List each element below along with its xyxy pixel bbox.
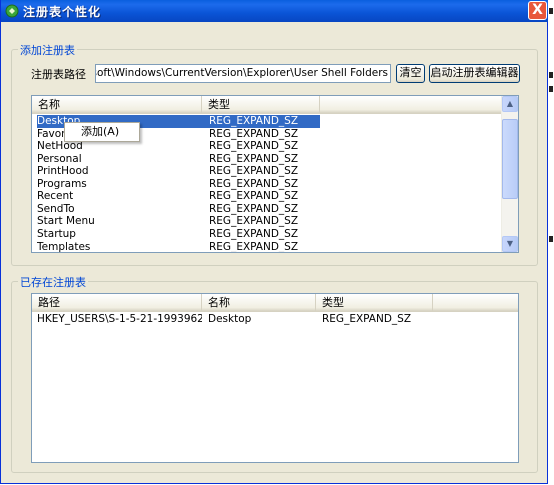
table-row[interactable]: PrintHood REG_EXPAND_SZ [32, 165, 320, 178]
column-header-filler [433, 294, 518, 311]
registry-values-list[interactable]: 名称 类型 Desktop REG_EXPAND_SZ Favorites REG_E… [31, 95, 519, 253]
value-type: REG_EXPAND_SZ [209, 127, 299, 140]
context-menu: 添加(A) [64, 122, 140, 142]
table-row[interactable]: Recent REG_EXPAND_SZ [32, 190, 320, 203]
existing-list-header: 路径 名称 类型 [32, 294, 518, 312]
table-row[interactable]: Personal REG_EXPAND_SZ [32, 153, 320, 166]
value-type: REG_EXPAND_SZ [209, 190, 299, 203]
registry-path-value: HKEY_CURRENT_USER\Software\Microsoft\Win… [96, 67, 388, 79]
value-type: REG_EXPAND_SZ [209, 152, 299, 165]
value-type: REG_EXPAND_SZ [209, 177, 299, 190]
scroll-thumb[interactable] [502, 119, 518, 199]
column-header-type[interactable]: 类型 [202, 96, 320, 113]
column-header-path[interactable]: 路径 [32, 294, 202, 311]
value-type: REG_EXPAND_SZ [209, 202, 299, 215]
existing-name: Desktop [208, 313, 252, 325]
window-title: 注册表个性化 [23, 5, 102, 19]
value-name: Templates [37, 240, 91, 253]
close-button[interactable]: X [528, 1, 547, 20]
list-header: 名称 类型 [32, 96, 504, 114]
bg-text-fragment [549, 72, 553, 78]
value-type: REG_EXPAND_SZ [209, 240, 299, 253]
scroll-up-button[interactable]: ▲ [502, 96, 518, 112]
value-name: Programs [37, 177, 87, 190]
table-row[interactable]: HKEY_USERS\S-1-5-21-199396276... Desktop R… [32, 313, 518, 326]
value-name: Recent [37, 190, 74, 203]
value-name: Startup [37, 227, 76, 240]
existing-registry-list[interactable]: 路径 名称 类型 HKEY_USERS\S-1-5-21-199396276..… [31, 293, 519, 463]
add-registry-group-title: 添加注册表 [18, 42, 77, 58]
value-type: REG_EXPAND_SZ [209, 165, 299, 178]
value-name: PrintHood [37, 165, 89, 178]
launch-regedit-button[interactable]: 启动注册表编辑器 [429, 64, 520, 83]
column-header-name[interactable]: 名称 [32, 96, 202, 113]
registry-path-input[interactable]: HKEY_CURRENT_USER\Software\Microsoft\Win… [95, 64, 391, 83]
scroll-down-button[interactable]: ▼ [502, 236, 518, 252]
table-row[interactable]: Programs REG_EXPAND_SZ [32, 178, 320, 191]
value-name: Start Menu [37, 215, 95, 228]
table-row[interactable]: Templates REG_EXPAND_SZ [32, 240, 320, 253]
value-type: REG_EXPAND_SZ [209, 140, 299, 153]
registry-path-label: 注册表路径 [31, 68, 86, 81]
bg-text-fragment [549, 8, 553, 14]
value-type: REG_EXPAND_SZ [202, 115, 320, 128]
value-type: REG_EXPAND_SZ [209, 227, 299, 240]
value-name: Personal [37, 152, 82, 165]
value-type: REG_EXPAND_SZ [209, 215, 299, 228]
background-window-edge [548, 0, 554, 485]
value-name: SendTo [37, 202, 75, 215]
existing-type: REG_EXPAND_SZ [322, 313, 412, 325]
column-header-type[interactable]: 类型 [316, 294, 433, 311]
table-row[interactable]: Startup REG_EXPAND_SZ [32, 228, 320, 241]
table-row[interactable]: SendTo REG_EXPAND_SZ [32, 203, 320, 216]
title-bar[interactable]: 注册表个性化 X [1, 0, 549, 22]
app-icon [5, 4, 19, 18]
existing-path: HKEY_USERS\S-1-5-21-199396276... [37, 313, 202, 325]
bg-text-fragment [549, 236, 553, 242]
column-header-name[interactable]: 名称 [202, 294, 316, 311]
registry-personalize-window: 注册表个性化 X 添加注册表 注册表路径 HKEY_CURRENT_USER\S… [0, 0, 549, 484]
table-row[interactable]: Start Menu REG_EXPAND_SZ [32, 215, 320, 228]
clear-button[interactable]: 清空 [396, 64, 425, 83]
existing-registry-group-title: 已存在注册表 [18, 274, 88, 290]
list-vertical-scrollbar[interactable]: ▲ ▼ [501, 96, 518, 252]
bg-text-fragment [549, 86, 553, 92]
menu-item-add[interactable]: 添加(A) [65, 123, 139, 141]
